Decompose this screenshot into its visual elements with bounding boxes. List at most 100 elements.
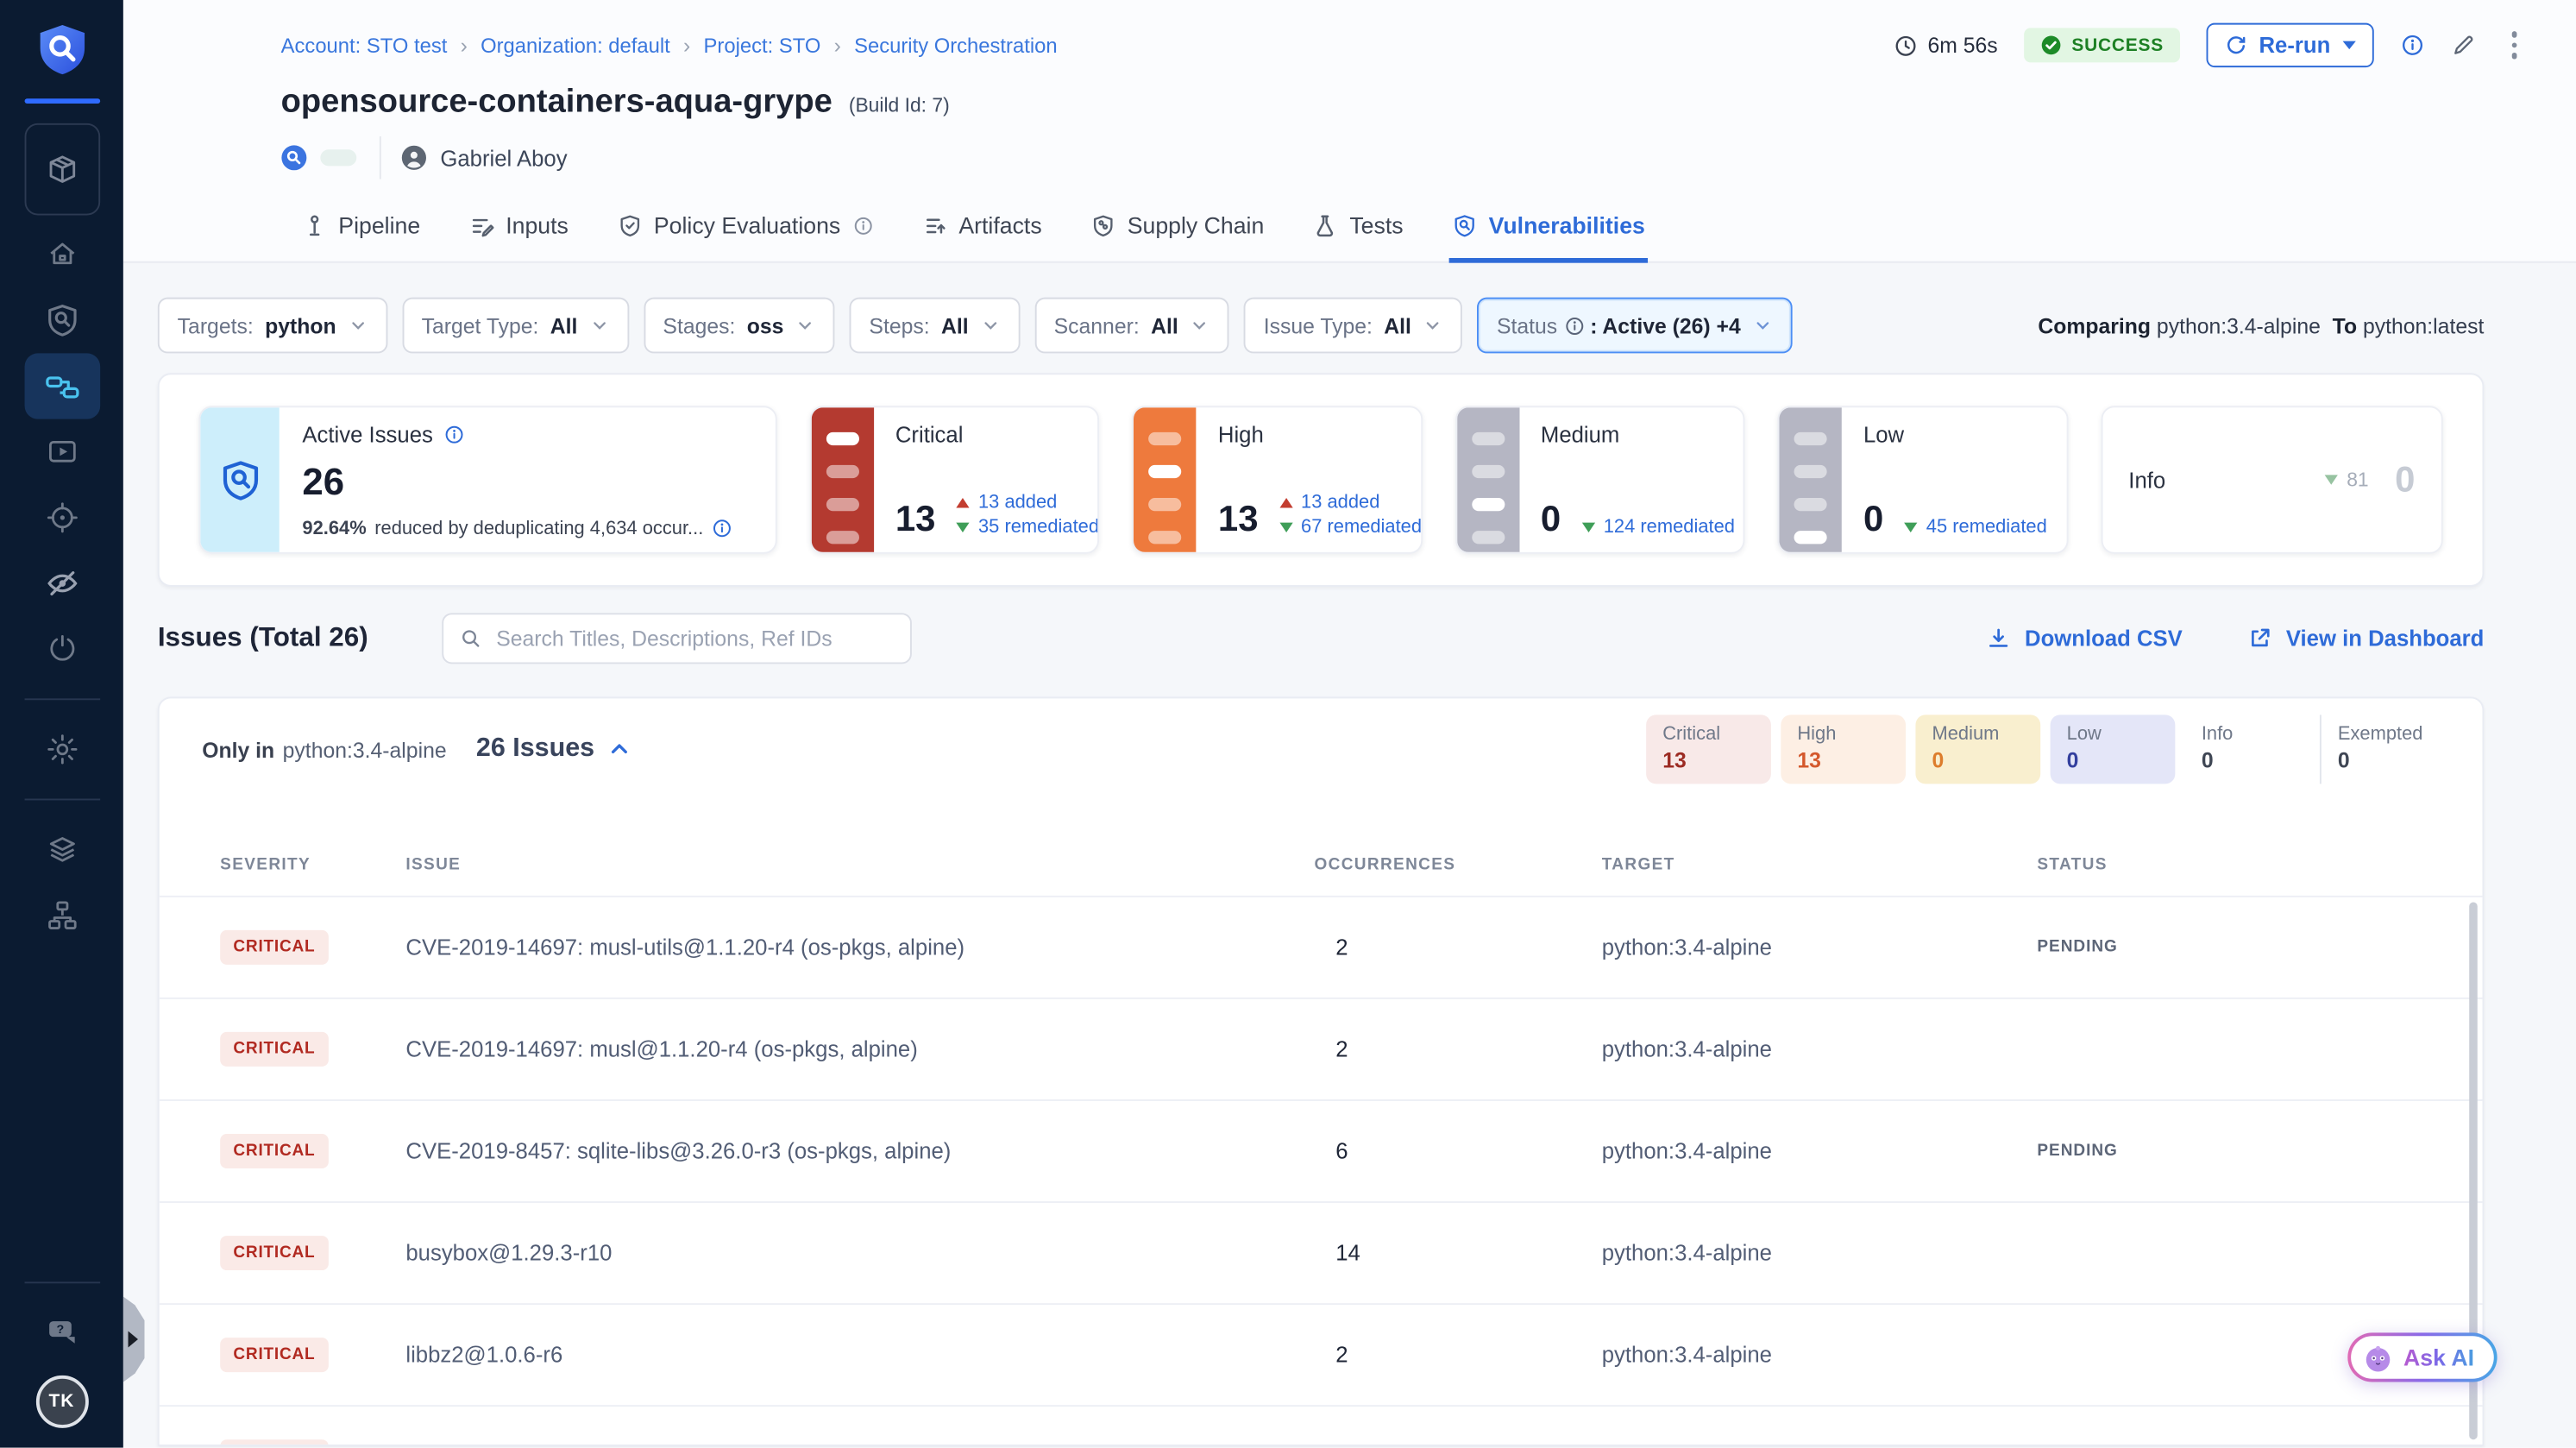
issue-title[interactable]: CVE-2019-14697: musl@1.1.20-r4 (os-pkgs,… (405, 1037, 1314, 1062)
table-row[interactable]: CRITICAL libbz2@1.0.6-r6 2 python:3.4-al… (160, 1303, 2483, 1405)
severity-name: Critical (895, 422, 1099, 447)
issue-title[interactable]: libbz2@1.0.6-r6 (405, 1343, 1314, 1368)
external-link-icon (2248, 626, 2273, 652)
filter-stages[interactable]: Stages: oss (644, 298, 835, 354)
remediated-delta[interactable]: 124 remediated (1582, 518, 1735, 538)
help-chat-icon[interactable]: ? (24, 1300, 100, 1365)
tab-pipeline[interactable]: Pipeline (299, 204, 424, 263)
sidebar-item-targets[interactable] (24, 485, 100, 551)
page-title: opensource-containers-aqua-grype (281, 84, 832, 122)
sidebar-item-overview[interactable] (24, 287, 100, 353)
filter-label: Scanner: (1054, 313, 1140, 338)
chevron-up-icon[interactable] (607, 738, 631, 761)
medium-card[interactable]: Medium 0 124 remediated (1455, 406, 1745, 553)
added-delta[interactable]: 13 added (957, 493, 1099, 513)
info-card[interactable]: Info 81 0 (2101, 406, 2443, 553)
sidebar-divider (24, 799, 100, 801)
table-row[interactable]: CRITICAL CVE-2019-8457: sqlite-libs@3.26… (160, 1099, 2483, 1201)
severity-badge: CRITICAL (220, 930, 328, 965)
search-input[interactable] (493, 625, 894, 652)
tab-vulnerabilities[interactable]: Vulnerabilities (1449, 204, 1649, 263)
chevron-right-icon: › (683, 33, 690, 58)
tab-supply-chain[interactable]: Supply Chain (1088, 204, 1267, 263)
sidebar-item-pipelines[interactable] (24, 353, 100, 419)
sidebar-item-executions[interactable] (24, 419, 100, 485)
target-icon (43, 500, 79, 536)
target-value: python:3.4-alpine (1602, 935, 2038, 960)
breadcrumb-module[interactable]: Security Orchestration (854, 34, 1058, 57)
edit-pipeline-icon[interactable] (2450, 33, 2475, 58)
issues-search[interactable] (442, 613, 912, 664)
issue-title[interactable]: busybox@1.29.3-r10 (405, 1241, 1314, 1266)
filter-steps[interactable]: Steps: All (850, 298, 1020, 354)
table-row[interactable]: CRITICAL libcrypto1.1@1.1.1a-r1 50 pytho… (160, 1405, 2483, 1446)
info-circle-icon[interactable] (443, 424, 464, 445)
table-row[interactable]: CRITICAL CVE-2019-14697: musl@1.1.20-r4 … (160, 998, 2483, 1099)
filter-label: Steps: (869, 313, 929, 338)
download-csv-link[interactable]: Download CSV (1987, 626, 2183, 652)
content-area: Targets: python Target Type: All Stages:… (123, 263, 2576, 1446)
low-card[interactable]: Low 0 45 remediated (1778, 406, 2068, 553)
info-circle-icon[interactable] (712, 518, 733, 539)
filter-status[interactable]: Status : Active (26) +4 (1477, 298, 1792, 354)
info-circle-icon (852, 215, 874, 236)
chevron-down-icon (1423, 316, 1442, 336)
build-id-label: (Build Id: 7) (849, 94, 950, 117)
critical-card[interactable]: Critical 13 13 added 35 remediated (810, 406, 1100, 553)
breadcrumb-org[interactable]: Organization: default (481, 34, 670, 57)
tab-bar: Pipeline Inputs Policy Evaluations Artif… (123, 204, 2576, 263)
issues-table-panel: Only in python:3.4-alpine 26 Issues Crit… (158, 696, 2485, 1445)
sidebar-item-home[interactable] (24, 222, 100, 287)
target-value: python:3.4-alpine (1602, 1343, 2038, 1368)
user-avatar[interactable]: TK (35, 1376, 88, 1428)
tab-inputs[interactable]: Inputs (467, 204, 572, 263)
issues-group-header: Only in python:3.4-alpine 26 Issues Crit… (160, 698, 2483, 780)
more-options-icon[interactable] (2508, 28, 2520, 62)
filter-target-type[interactable]: Target Type: All (402, 298, 629, 354)
filter-scanner[interactable]: Scanner: All (1034, 298, 1229, 354)
triangle-up-icon (1279, 498, 1292, 507)
module-selector-button[interactable] (24, 123, 100, 216)
ask-ai-button[interactable]: Ask AI (2347, 1332, 2497, 1382)
build-meta-row: Gabriel Aboy (281, 136, 2521, 179)
added-delta[interactable]: 13 added (1279, 493, 1422, 513)
issue-title[interactable]: CVE-2019-14697: musl-utils@1.1.20-r4 (os… (405, 935, 1314, 960)
filter-targets[interactable]: Targets: python (158, 298, 387, 354)
filter-label: Status (1497, 313, 1557, 338)
remediated-delta[interactable]: 45 remediated (1905, 518, 2047, 538)
severity-name: High (1218, 422, 1422, 447)
chevron-right-icon: › (834, 33, 841, 58)
remediated-delta[interactable]: 35 remediated (957, 518, 1099, 538)
remediated-delta[interactable]: 67 remediated (1279, 518, 1422, 538)
tab-policy-evaluations[interactable]: Policy Evaluations (614, 204, 876, 263)
tab-artifacts[interactable]: Artifacts (920, 204, 1046, 263)
sidebar-item-exemptions[interactable] (24, 551, 100, 616)
table-row[interactable]: CRITICAL busybox@1.29.3-r10 14 python:3.… (160, 1201, 2483, 1303)
filter-value: oss (747, 313, 784, 338)
view-in-dashboard-link[interactable]: View in Dashboard (2248, 626, 2484, 652)
filter-bar: Targets: python Target Type: All Stages:… (158, 298, 2485, 354)
active-issues-count: 26 (302, 463, 756, 501)
breadcrumb-account[interactable]: Account: STO test (281, 34, 448, 57)
issue-title[interactable]: CVE-2019-8457: sqlite-libs@3.26.0-r3 (os… (405, 1139, 1314, 1164)
issue-title[interactable]: libcrypto1.1@1.1.1a-r1 (405, 1445, 1314, 1446)
severity-bar (812, 407, 874, 552)
harness-sto-logo-icon[interactable] (32, 22, 91, 81)
ai-mascot-icon (2362, 1342, 2393, 1373)
tab-label: Inputs (506, 212, 569, 238)
table-row[interactable]: CRITICAL CVE-2019-14697: musl-utils@1.1.… (160, 896, 2483, 998)
sidebar-item-org-setup[interactable] (24, 883, 100, 948)
sidebar-item-project-setup[interactable] (24, 816, 100, 882)
active-issues-card[interactable]: Active Issues 26 92.64% reduced by dedup… (198, 406, 776, 553)
tab-label: Policy Evaluations (654, 212, 840, 238)
tab-tests[interactable]: Tests (1310, 204, 1407, 263)
shield-search-icon (43, 302, 79, 338)
rerun-button[interactable]: Re-run (2207, 23, 2373, 67)
breadcrumb-project[interactable]: Project: STO (704, 34, 821, 57)
chevron-down-icon (1752, 316, 1772, 336)
build-info-icon[interactable] (2399, 33, 2424, 58)
sidebar-item-settings[interactable] (24, 716, 100, 782)
high-card[interactable]: High 13 13 added 67 remediated (1133, 406, 1423, 553)
filter-issue-type[interactable]: Issue Type: All (1244, 298, 1462, 354)
sidebar-item-getting-started[interactable] (24, 616, 100, 682)
